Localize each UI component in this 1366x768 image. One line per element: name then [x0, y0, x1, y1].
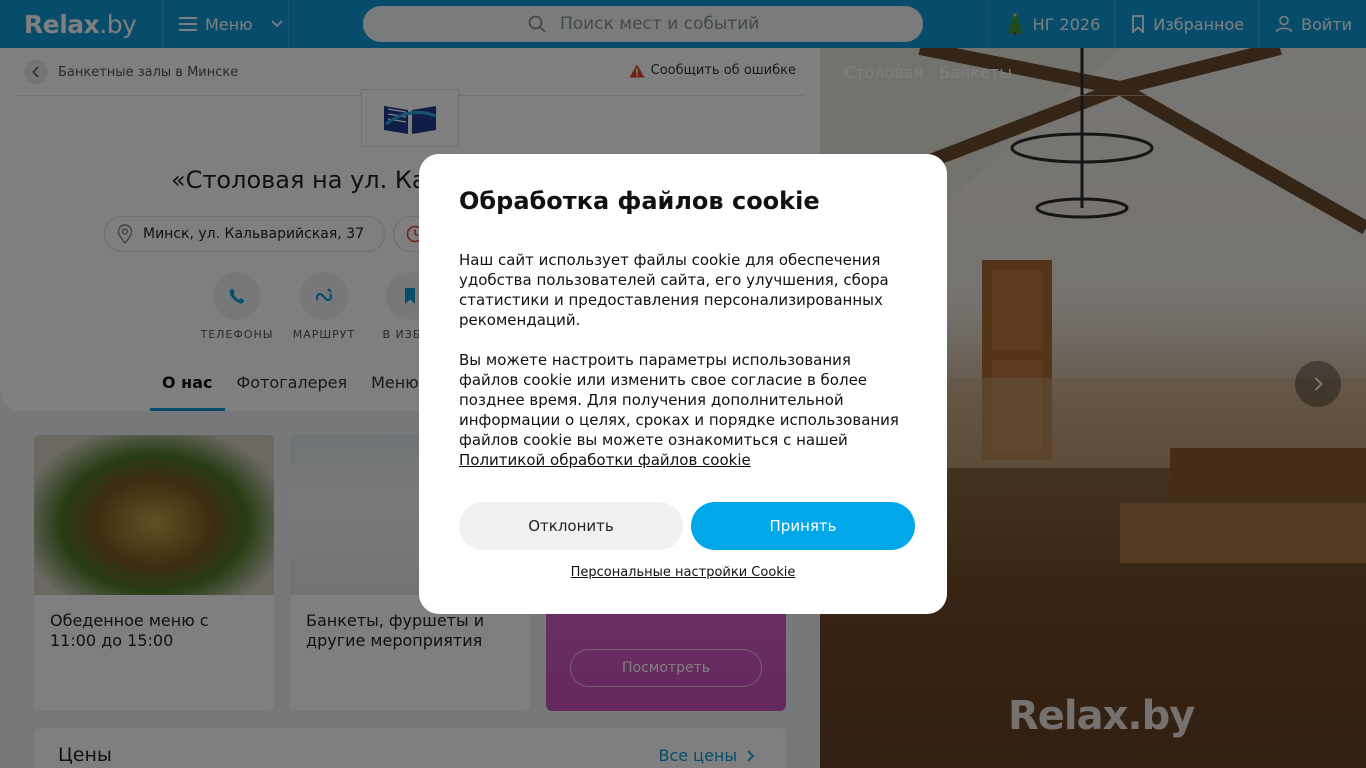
cookie-policy-link[interactable]: Политикой обработки файлов cookie — [459, 451, 751, 469]
decline-button[interactable]: Отклонить — [459, 502, 683, 550]
cookie-paragraph-2: Вы можете настроить параметры использова… — [459, 350, 909, 470]
accept-button[interactable]: Принять — [691, 502, 915, 550]
cookie-modal-body: Наш сайт использует файлы cookie для обе… — [459, 250, 909, 470]
cookie-modal-title: Обработка файлов cookie — [459, 187, 820, 215]
cookie-modal: Обработка файлов cookie Наш сайт использ… — [419, 154, 947, 614]
personal-settings-link[interactable]: Персональные настройки Cookie — [419, 565, 947, 580]
cookie-paragraph-2-text: Вы можете настроить параметры использова… — [459, 351, 899, 449]
cookie-paragraph-1: Наш сайт использует файлы cookie для обе… — [459, 251, 889, 329]
